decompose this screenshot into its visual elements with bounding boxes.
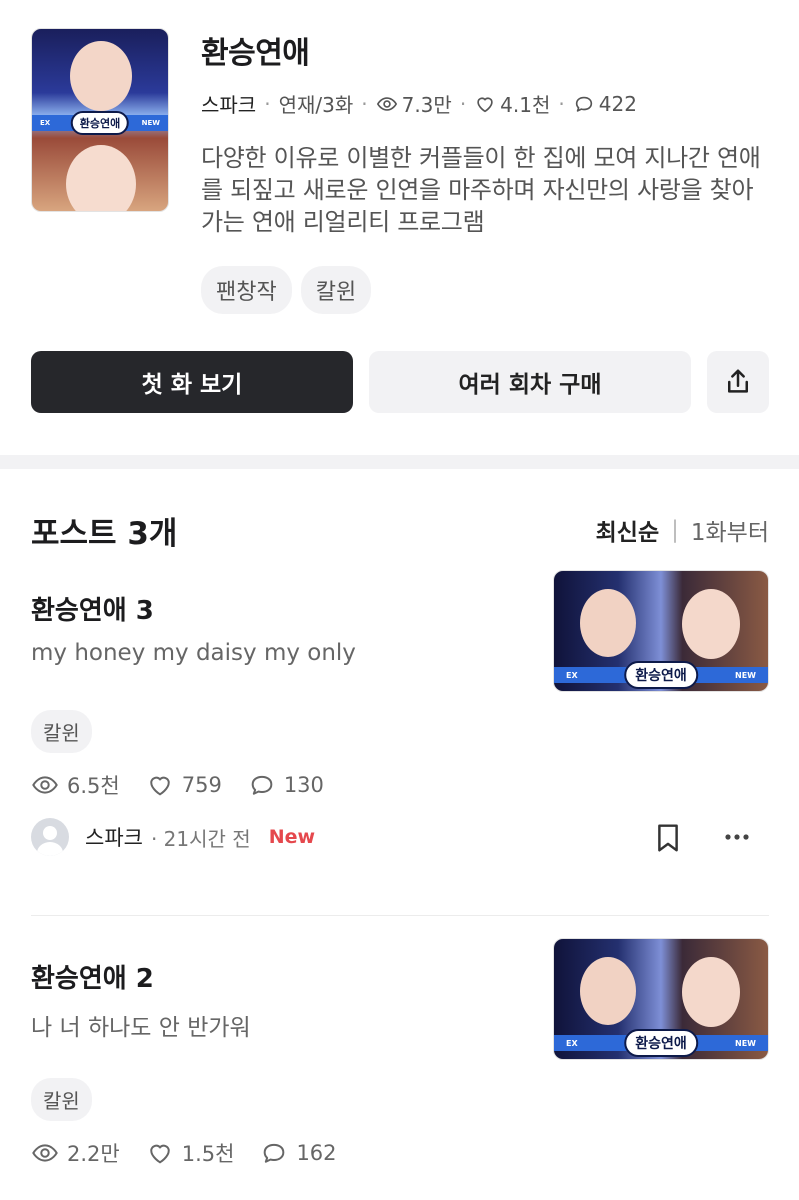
eye-icon [32,1144,58,1162]
post-comments[interactable]: 162 [260,1139,337,1167]
series-title: 환승연애 [201,36,310,71]
meta-separator: · [459,91,467,116]
series-views: 7.3만 [376,89,452,118]
post-title[interactable]: 환승연애 3 [31,590,154,627]
heart-icon [149,1144,170,1164]
eye-icon [376,96,397,111]
post-author-row: 스파크 · 21시간 전 New [31,816,769,858]
buy-multiple-button[interactable]: 여러 회차 구매 [369,351,691,413]
series-meta: 스파크 · 연재/3화 · 7.3만 · 4.1천 · 422 [201,89,637,118]
cover-face-bottom [66,145,136,211]
thumb-band-left: EX [566,670,578,680]
thumb-face-right [682,589,740,659]
post-thumbnail[interactable]: EX NEW 환승연애 [553,938,769,1060]
more-options-icon[interactable] [721,822,753,852]
tag-fan-creation[interactable]: 팬창작 [201,266,292,314]
posts-header: 포스트 3개 최신순 | 1화부터 [31,505,769,552]
meta-separator: · [558,91,565,116]
post-divider [31,915,769,916]
series-views-count: 7.3만 [401,93,452,117]
comment-icon [264,1143,285,1163]
sort-options: 최신순 | 1화부터 [596,513,769,547]
section-divider [0,455,799,469]
post-title[interactable]: 환승연애 2 [31,958,154,995]
meta-separator: · [361,91,368,116]
series-comments-count: 422 [598,91,637,116]
posts-count-title: 포스트 3개 [31,516,178,552]
new-badge: New [268,826,316,848]
post-views-count: 2.2만 [67,1142,120,1166]
post-views: 6.5천 [31,770,120,800]
post-likes[interactable]: 759 [146,771,222,799]
thumb-face-right [682,957,740,1027]
cover-face-top [70,41,132,111]
series-comments: 422 [573,92,637,116]
cover-logo: 환승연애 [70,111,130,135]
post-likes-count: 759 [181,773,222,797]
thumb-face-left [580,589,636,657]
post-comments-count: 162 [296,1141,337,1165]
post-time: · 21시간 전 [150,826,251,851]
post-subtitle: 나 너 하나도 안 반가워 [31,1015,251,1041]
series-tags: 팬창작 칼윈 [201,266,372,314]
post-item[interactable]: 환승연애 3 my honey my daisy my only EX NEW … [31,570,769,880]
sort-from-first[interactable]: 1화부터 [691,513,769,547]
thumb-band-right: NEW [735,1038,756,1048]
post-item[interactable]: 환승연애 2 나 너 하나도 안 반가워 EX NEW 환승연애 칼윈 2.2만… [31,938,769,1200]
series-description: 다양한 이유로 이별한 커플들이 한 집에 모여 지나간 연애를 되짚고 새로운… [201,144,761,236]
share-icon [728,369,748,393]
bookmark-icon[interactable] [653,822,683,854]
post-thumbnail[interactable]: EX NEW 환승연애 [553,570,769,692]
action-bar: 첫 화 보기 여러 회차 구매 [31,351,769,413]
post-tag[interactable]: 칼윈 [31,710,92,753]
post-stats: 2.2만 1.5천 162 [31,1138,337,1168]
post-subtitle: my honey my daisy my only [31,640,356,666]
post-author[interactable]: 스파크 [85,822,143,852]
eye-icon [32,776,58,794]
series-author[interactable]: 스파크 [201,89,256,118]
meta-separator: · [264,91,271,116]
series-header: EX NEW 환승연애 환승연애 스파크 · 연재/3화 · 7.3만 · 4.… [0,0,799,455]
series-likes: 4.1천 [474,89,550,118]
comment-icon [575,96,592,112]
avatar[interactable] [31,818,69,856]
thumb-band-right: NEW [735,670,756,680]
post-tag[interactable]: 칼윈 [31,1078,92,1121]
comment-icon [251,775,273,795]
post-views-count: 6.5천 [67,774,120,798]
post-comments[interactable]: 130 [248,771,324,799]
series-status: 연재/3화 [278,93,354,117]
thumb-logo: 환승연애 [624,661,698,689]
sort-latest[interactable]: 최신순 [596,513,659,547]
series-likes-count: 4.1천 [500,93,551,117]
heart-icon [477,96,493,112]
post-comments-count: 130 [283,773,324,797]
thumb-band-left: EX [566,1038,578,1048]
cover-band-left: EX [40,119,51,127]
post-stats: 6.5천 759 130 [31,770,324,800]
share-button[interactable] [707,351,769,413]
first-episode-button[interactable]: 첫 화 보기 [31,351,353,413]
cover-band-right: NEW [141,119,160,127]
thumb-face-left [580,957,636,1025]
post-likes[interactable]: 1.5천 [146,1138,235,1168]
heart-icon [149,776,170,796]
post-likes-count: 1.5천 [181,1142,235,1166]
series-cover-image[interactable]: EX NEW 환승연애 [31,28,169,212]
thumb-logo: 환승연애 [624,1029,698,1057]
post-views: 2.2만 [31,1138,120,1168]
sort-separator: | [671,517,679,543]
tag-calwin[interactable]: 칼윈 [300,266,372,314]
